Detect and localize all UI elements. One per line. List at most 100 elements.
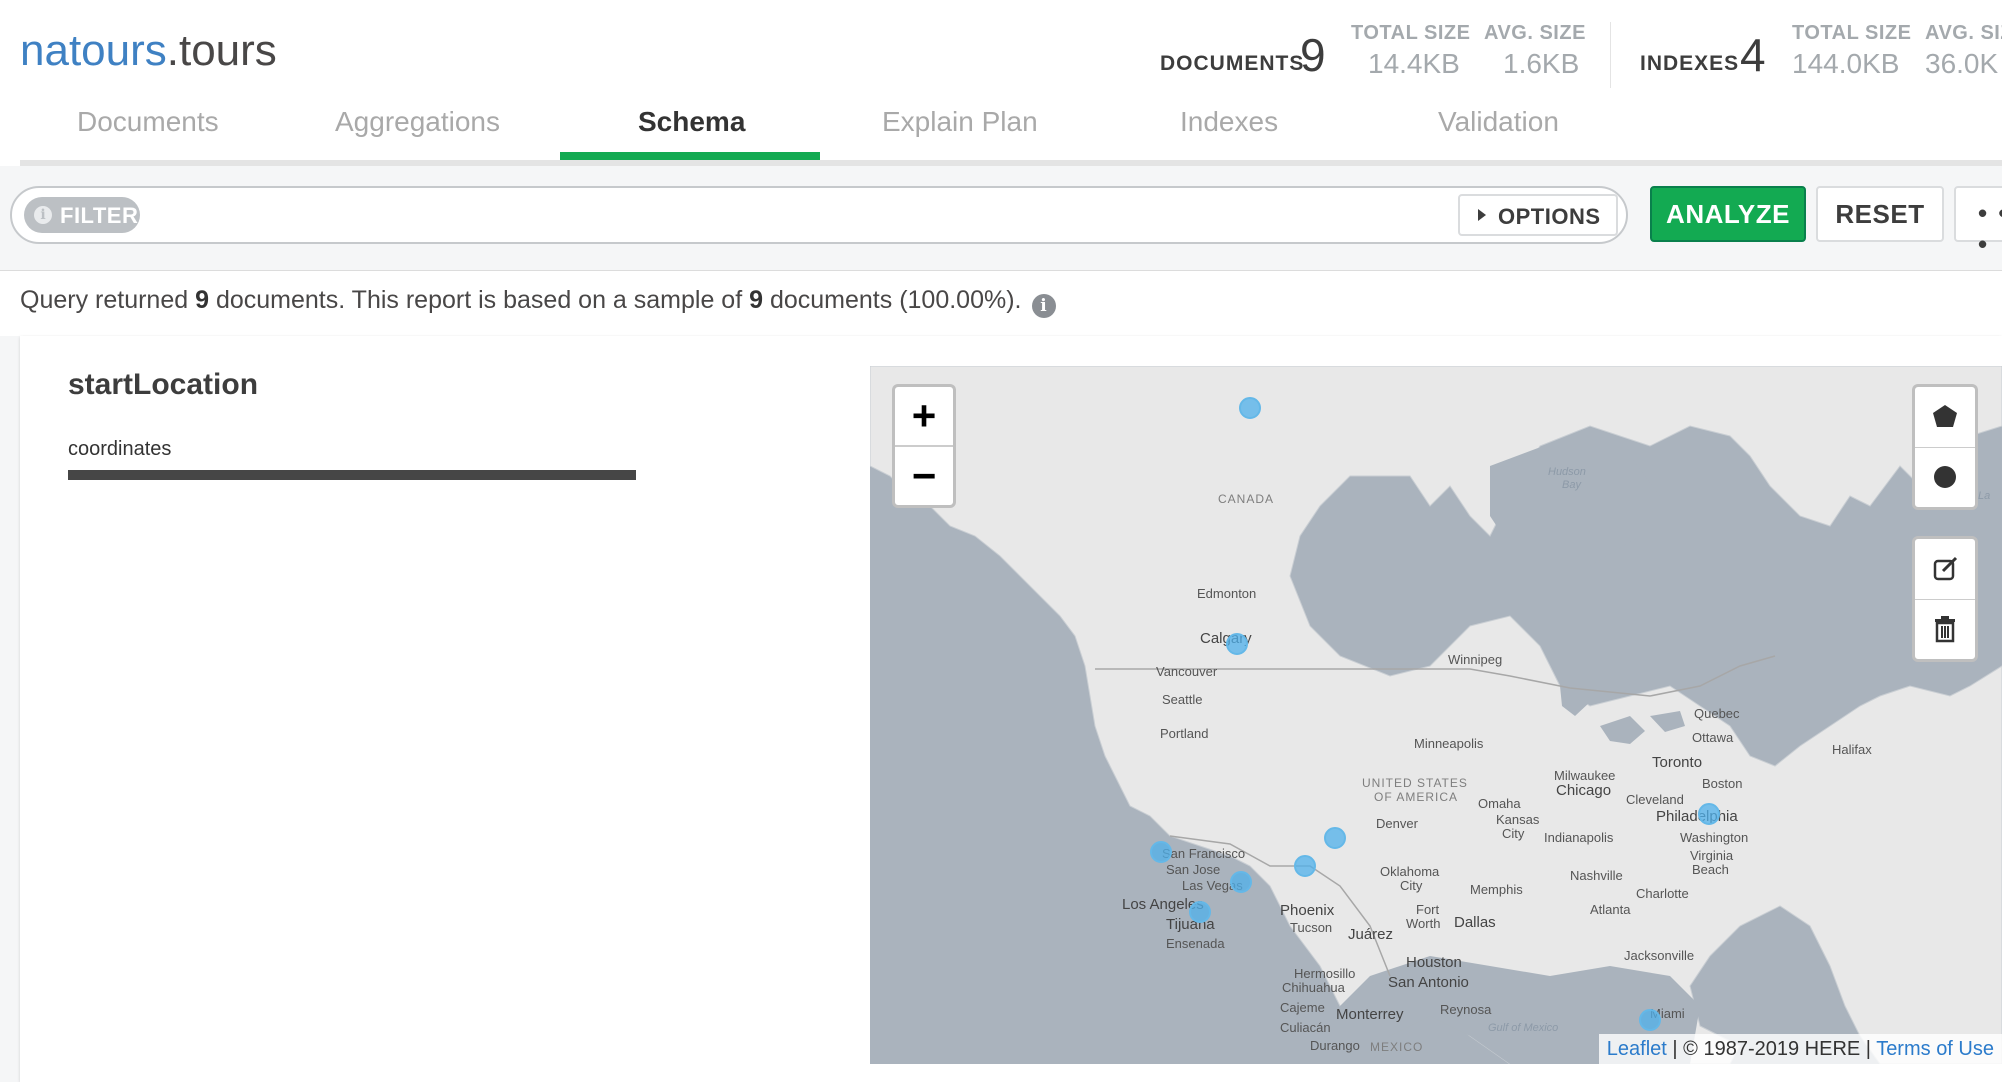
map-label-portland: Portland bbox=[1160, 726, 1209, 741]
documents-avg-size-label: AVG. SIZE bbox=[1484, 22, 1586, 44]
map-label-mexico: MEXICO bbox=[1370, 1040, 1424, 1054]
map-label-fort-worth-2: Worth bbox=[1406, 916, 1441, 931]
map-label-hudson-bay-2: Bay bbox=[1562, 479, 1581, 491]
map-label-san-jose: San Jose bbox=[1166, 862, 1221, 877]
filter-label: i FILTER bbox=[24, 197, 140, 233]
options-toggle-button[interactable]: OPTIONS bbox=[1458, 194, 1618, 236]
trash-icon bbox=[1935, 616, 1955, 643]
here-copyright: © 1987-2019 HERE bbox=[1683, 1038, 1861, 1060]
map-label-kansas-city: Kansas bbox=[1496, 812, 1540, 827]
indexes-total-size-label: TOTAL SIZE bbox=[1792, 22, 1912, 44]
edit-icon bbox=[1933, 556, 1958, 581]
map-label-quebec: Quebec bbox=[1694, 706, 1740, 721]
map-label-nashville: Nashville bbox=[1570, 868, 1623, 883]
map-label-gulf-of-mexico: Gulf of Mexico bbox=[1488, 1022, 1559, 1034]
location-marker[interactable] bbox=[1189, 901, 1211, 923]
map-label-charlotte: Charlotte bbox=[1636, 886, 1689, 901]
location-marker[interactable] bbox=[1239, 397, 1261, 419]
draw-toolbar bbox=[1912, 384, 1978, 510]
location-marker[interactable] bbox=[1230, 871, 1252, 893]
field-name: startLocation bbox=[68, 368, 259, 401]
location-marker[interactable] bbox=[1226, 633, 1248, 655]
collection-title: natours.tours bbox=[20, 26, 277, 76]
collection-header: natours.tours DOCUMENTS 9 TOTAL SIZE 14.… bbox=[0, 0, 2002, 167]
delete-layers-button[interactable] bbox=[1915, 599, 1975, 659]
map-label-chihuahua: Chihuahua bbox=[1282, 980, 1345, 995]
map-label-denver: Denver bbox=[1376, 816, 1418, 831]
caret-right-icon bbox=[1478, 209, 1486, 221]
map-label-usa-2: OF AMERICA bbox=[1374, 790, 1459, 804]
sample-summary: Query returned 9 documents. This report … bbox=[20, 286, 1056, 318]
map-label-minneapolis: Minneapolis bbox=[1414, 736, 1484, 751]
map-label-hermosillo: Hermosillo bbox=[1294, 966, 1356, 981]
tab-schema[interactable]: Schema bbox=[638, 106, 745, 138]
ellipsis-icon: • • • bbox=[1978, 198, 2002, 259]
documents-avg-size: 1.6KB bbox=[1503, 48, 1580, 79]
summary-text-3: documents (100.00%). bbox=[763, 286, 1022, 314]
indexes-avg-size-label: AVG. SIZ bbox=[1925, 22, 2002, 44]
location-marker[interactable] bbox=[1294, 855, 1316, 877]
stats-divider bbox=[1610, 22, 1611, 88]
map-label-edmonton: Edmonton bbox=[1197, 586, 1257, 601]
reset-button[interactable]: RESET bbox=[1816, 186, 1944, 242]
tab-explain-plan[interactable]: Explain Plan bbox=[882, 106, 1038, 138]
tab-documents[interactable]: Documents bbox=[77, 106, 219, 138]
map-label-san-francisco: San Francisco bbox=[1162, 846, 1246, 861]
map-label-washington: Washington bbox=[1680, 830, 1749, 845]
filter-input[interactable]: i FILTER OPTIONS bbox=[10, 186, 1628, 244]
map-label-kansas-city-2: City bbox=[1502, 826, 1525, 841]
map-label-hudson-bay: Hudson bbox=[1548, 466, 1586, 478]
documents-total-size: 14.4KB bbox=[1368, 48, 1460, 79]
documents-label: DOCUMENTS bbox=[1160, 52, 1305, 75]
map-label-cajeme: Cajeme bbox=[1280, 1000, 1325, 1015]
filter-label-text: FILTER bbox=[60, 203, 139, 228]
analyze-button[interactable]: ANALYZE bbox=[1650, 186, 1806, 242]
indexes-count: 4 bbox=[1740, 29, 1766, 81]
more-options-button[interactable]: • • • bbox=[1954, 186, 2002, 259]
indexes-label: INDEXES bbox=[1640, 52, 1740, 75]
map-label-durango: Durango bbox=[1310, 1038, 1360, 1053]
location-marker[interactable] bbox=[1639, 1009, 1661, 1031]
location-marker[interactable] bbox=[1324, 827, 1346, 849]
map-label-winnipeg: Winnipeg bbox=[1448, 652, 1503, 667]
field-type-label: coordinates bbox=[68, 438, 172, 460]
draw-circle-button[interactable] bbox=[1915, 447, 1975, 507]
map-label-atlanta: Atlanta bbox=[1590, 902, 1631, 917]
zoom-out-button[interactable]: − bbox=[895, 447, 953, 505]
circle-icon bbox=[1934, 466, 1956, 488]
location-marker[interactable] bbox=[1698, 803, 1720, 825]
draw-polygon-button[interactable] bbox=[1915, 387, 1975, 447]
coordinates-map[interactable]: CANADA Hudson Bay La Edmonton Calgary Wi… bbox=[870, 366, 2002, 1064]
tab-aggregations[interactable]: Aggregations bbox=[335, 106, 500, 138]
edit-toolbar bbox=[1912, 536, 1978, 662]
map-label-boston: Boston bbox=[1702, 776, 1743, 791]
map-label-milwaukee: Milwaukee bbox=[1554, 768, 1616, 783]
map-label-philadelphia: Philadelphia bbox=[1656, 808, 1738, 825]
map-label-seattle: Seattle bbox=[1162, 692, 1203, 707]
map-label-dallas: Dallas bbox=[1454, 914, 1496, 931]
map-label-cleveland: Cleveland bbox=[1626, 792, 1684, 807]
map-label-virginia-beach-2: Beach bbox=[1692, 862, 1729, 877]
map-label-chicago: Chicago bbox=[1556, 782, 1612, 799]
map-label-omaha: Omaha bbox=[1478, 796, 1521, 811]
documents-count: 9 bbox=[1300, 29, 1326, 81]
collection-name: .tours bbox=[166, 26, 277, 75]
map-label-culiacan: Culiacán bbox=[1280, 1020, 1331, 1035]
polygon-icon bbox=[1933, 405, 1957, 427]
zoom-control: + − bbox=[892, 384, 956, 508]
attribution-separator: | bbox=[1666, 1038, 1684, 1060]
info-icon[interactable]: i bbox=[1031, 294, 1056, 318]
info-icon: i bbox=[34, 206, 52, 224]
tab-validation[interactable]: Validation bbox=[1438, 106, 1559, 138]
database-name[interactable]: natours bbox=[20, 26, 167, 75]
terms-of-use-link[interactable]: Terms of Use bbox=[1876, 1038, 1994, 1060]
location-marker[interactable] bbox=[1150, 841, 1172, 863]
leaflet-link[interactable]: Leaflet bbox=[1607, 1038, 1667, 1060]
summary-text-2: documents. This report is based on a sam… bbox=[209, 286, 750, 314]
tab-indexes[interactable]: Indexes bbox=[1180, 106, 1278, 138]
map-label-juarez: Juárez bbox=[1348, 926, 1394, 943]
field-type-bar[interactable] bbox=[68, 470, 636, 480]
options-label: OPTIONS bbox=[1498, 204, 1601, 229]
edit-layers-button[interactable] bbox=[1915, 539, 1975, 599]
zoom-in-button[interactable]: + bbox=[895, 387, 953, 445]
